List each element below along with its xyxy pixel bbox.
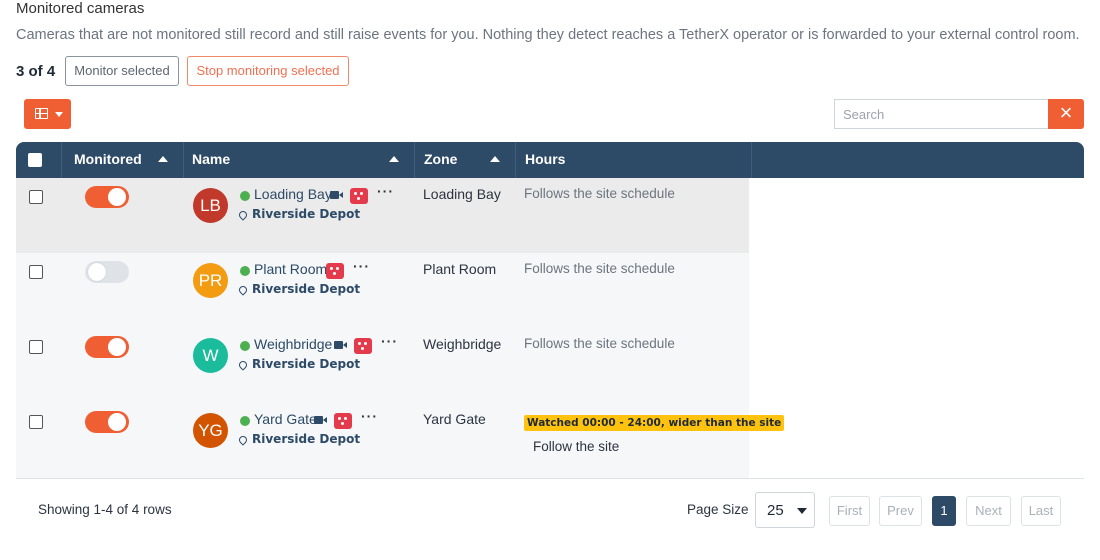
location-pin-icon (237, 284, 249, 296)
video-camera-icon (330, 191, 343, 199)
site-name: Riverside Depot (252, 282, 361, 296)
monitored-toggle[interactable] (85, 411, 129, 433)
row-checkbox[interactable] (29, 340, 43, 354)
location-pin-icon (237, 359, 249, 371)
selection-count: 3 of 4 (16, 63, 56, 80)
avatar: W (193, 338, 228, 373)
sort-asc-icon[interactable] (158, 156, 168, 162)
more-options-icon[interactable]: ··· (381, 333, 398, 349)
table-row[interactable]: YG Yard Gate ··· Riverside Depot Yard Gate Wa… (16, 403, 785, 478)
page-size-select[interactable]: 25 (755, 492, 815, 528)
monitor-selected-button[interactable]: Monitor selected (65, 56, 179, 86)
column-header-hours[interactable]: Hours (525, 142, 565, 178)
detection-badge-icon[interactable] (354, 338, 372, 354)
video-camera-icon (334, 341, 347, 349)
row-checkbox[interactable] (29, 265, 43, 279)
monitored-toggle[interactable] (85, 186, 129, 208)
camera-name-link[interactable]: Yard Gate (254, 411, 317, 427)
page-size-label: Page Size (687, 502, 749, 517)
more-options-icon[interactable]: ··· (361, 408, 378, 424)
detection-badge-icon[interactable] (326, 263, 344, 279)
camera-name-link[interactable]: Plant Room (254, 261, 327, 277)
close-icon: × (1059, 100, 1073, 125)
page-title: Monitored cameras (16, 0, 145, 17)
hours-warning-badge: Watched 00:00 - 24:00, wider than the si… (524, 415, 785, 431)
table-header: Monitored Name Zone Hours (16, 142, 1084, 178)
table-row[interactable]: PR Plant Room ··· Riverside Depot Plant Room… (16, 253, 749, 328)
status-online-icon (240, 416, 250, 426)
zone-name: Weighbridge (423, 336, 502, 352)
search-input[interactable] (834, 99, 1048, 129)
caret-down-icon (55, 112, 63, 117)
column-header-zone[interactable]: Zone (424, 142, 457, 178)
caret-down-icon (797, 508, 807, 514)
camera-name-link[interactable]: Weighbridge (254, 336, 332, 352)
table-row[interactable]: LB Loading Bay ··· Riverside Depot Loading B… (16, 178, 749, 253)
hours-text: Follows the site schedule (524, 261, 675, 276)
sort-asc-icon[interactable] (490, 156, 500, 162)
monitored-toggle[interactable] (85, 261, 129, 283)
pager-first-button[interactable]: First (829, 496, 870, 526)
site-name: Riverside Depot (252, 432, 361, 446)
follow-site-link[interactable]: Follow the site (533, 439, 619, 454)
rows-summary: Showing 1-4 of 4 rows (38, 502, 172, 517)
site-name: Riverside Depot (252, 357, 361, 371)
location-pin-icon (237, 209, 249, 221)
page-description: Cameras that are not monitored still rec… (16, 27, 1080, 43)
more-options-icon[interactable]: ··· (353, 258, 370, 274)
hours-text: Follows the site schedule (524, 336, 675, 351)
zone-name: Yard Gate (423, 411, 486, 427)
row-checkbox[interactable] (29, 190, 43, 204)
detection-badge-icon[interactable] (350, 188, 368, 204)
column-header-monitored[interactable]: Monitored (74, 142, 142, 178)
columns-toggle-button[interactable] (24, 99, 71, 129)
hours-text: Follows the site schedule (524, 186, 675, 201)
avatar: LB (193, 188, 228, 223)
zone-name: Loading Bay (423, 186, 501, 202)
video-camera-icon (314, 416, 327, 424)
pager-prev-button[interactable]: Prev (879, 496, 922, 526)
location-pin-icon (237, 434, 249, 446)
pager-page-1[interactable]: 1 (932, 496, 956, 526)
status-online-icon (240, 266, 250, 276)
detection-badge-icon[interactable] (334, 413, 352, 429)
avatar: YG (193, 413, 228, 448)
page-size-value: 25 (767, 502, 784, 519)
row-checkbox[interactable] (29, 415, 43, 429)
sort-asc-icon[interactable] (389, 156, 399, 162)
column-header-name[interactable]: Name (192, 142, 230, 178)
select-all-checkbox[interactable] (28, 153, 42, 167)
more-options-icon[interactable]: ··· (377, 183, 394, 199)
table-columns-icon (35, 108, 48, 119)
pager-next-button[interactable]: Next (966, 496, 1011, 526)
monitored-toggle[interactable] (85, 336, 129, 358)
avatar: PR (193, 263, 228, 298)
site-name: Riverside Depot (252, 207, 361, 221)
status-online-icon (240, 191, 250, 201)
zone-name: Plant Room (423, 261, 497, 277)
search-clear-button[interactable]: × (1048, 99, 1084, 129)
stop-monitoring-selected-button[interactable]: Stop monitoring selected (187, 56, 349, 86)
pager-last-button[interactable]: Last (1021, 496, 1061, 526)
table-row[interactable]: W Weighbridge ··· Riverside Depot Weighbridg… (16, 328, 749, 403)
status-online-icon (240, 341, 250, 351)
camera-name-link[interactable]: Loading Bay (254, 186, 332, 202)
